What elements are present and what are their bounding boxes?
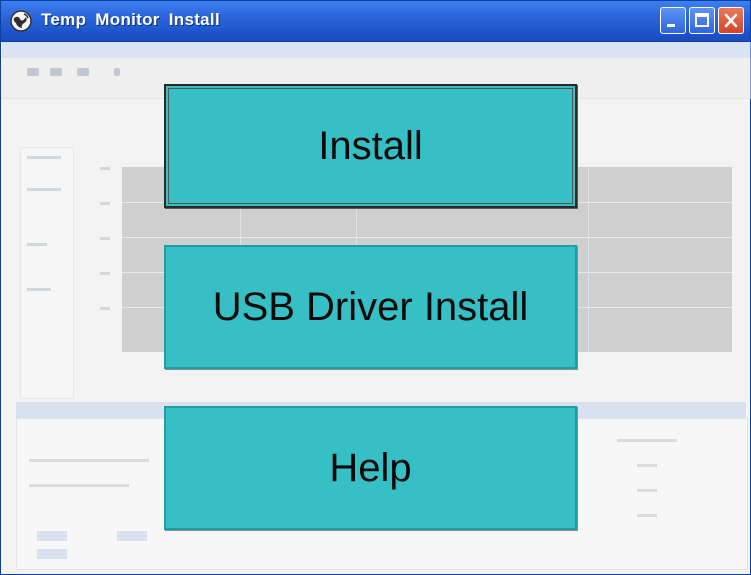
globe-icon[interactable] (10, 10, 32, 32)
installer-window: Temp Monitor Install Install USB Driver … (0, 0, 751, 575)
help-button[interactable]: Help (164, 406, 577, 530)
minimize-icon (667, 24, 675, 27)
title-bar[interactable]: Temp Monitor Install (1, 1, 750, 42)
install-button[interactable]: Install (164, 84, 577, 208)
maximize-icon (695, 13, 709, 27)
close-button[interactable] (718, 7, 744, 34)
minimize-button[interactable] (660, 7, 686, 34)
close-icon (724, 13, 738, 28)
maximize-button[interactable] (689, 7, 715, 34)
window-title: Temp Monitor Install (41, 10, 220, 29)
usb-driver-install-button[interactable]: USB Driver Install (164, 245, 577, 369)
